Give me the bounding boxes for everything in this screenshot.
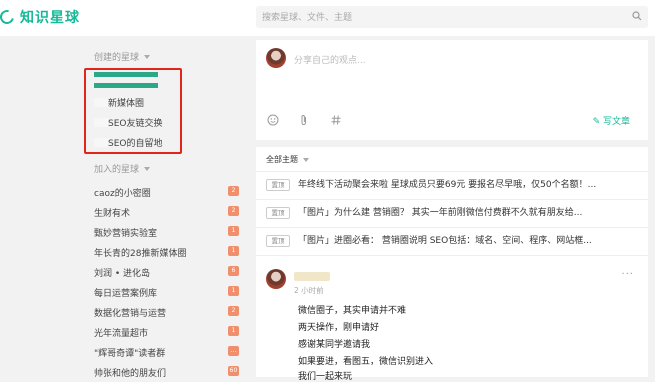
post-text-line: 微信圈子，其实申请并不难	[298, 306, 407, 316]
composer-input[interactable]: 分享自己的观点...	[294, 53, 366, 66]
sidebar-item-label: 每日运营案例库	[94, 289, 158, 299]
unread-badge: ...	[228, 346, 239, 356]
joined-section-title[interactable]: 加入的星球	[94, 162, 151, 175]
pinned-topic[interactable]: 置顶 「图片」为什么建 营销圈？ 其实一年前刚微信付费群不久就有朋友给...	[266, 206, 641, 222]
composer: 分享自己的观点... ✎ 写文章	[256, 40, 648, 140]
feed-filter-label: 全部主题	[266, 155, 298, 164]
hashtag-icon[interactable]	[330, 114, 342, 126]
unread-badge: 6	[228, 266, 239, 276]
sidebar-item-label: 帅张和他的朋友们	[94, 369, 167, 379]
pinned-tag: 置顶	[266, 179, 290, 191]
sidebar-item-joined[interactable]: 帅张和他的朋友们 60	[94, 364, 244, 380]
chevron-down-icon	[144, 166, 151, 171]
top-bar: 知识星球 搜索星球、文件、主题	[0, 0, 655, 36]
post-text-line: 感谢某同学邀请我	[298, 340, 371, 350]
sidebar-item-label: 刘润 • 进化岛	[94, 269, 151, 279]
sidebar-item-label: 光年流量超市	[94, 329, 149, 339]
sidebar-item-label: 生财有术	[94, 209, 131, 219]
unread-badge: 2	[228, 186, 239, 196]
app-logo[interactable]: 知识星球	[0, 7, 80, 27]
sidebar-item-joined[interactable]: 生财有术 2	[94, 204, 244, 220]
sidebar-item-label: SEO友链交换	[108, 119, 163, 129]
chevron-down-icon	[144, 54, 151, 59]
pinned-tag: 置顶	[266, 235, 290, 247]
sidebar-item-created[interactable]: SEO友链交换	[94, 116, 162, 129]
unread-badge: 1	[228, 286, 239, 296]
post-text-line: 我们一起来玩	[298, 372, 353, 382]
sidebar-item-joined[interactable]: 刘润 • 进化岛 6	[94, 264, 244, 280]
sidebar-item-joined[interactable]: 每日运营案例库 1	[94, 284, 244, 300]
sidebar-item-created[interactable]: SEO的自留地	[94, 136, 162, 149]
created-section-label: 创建的星球	[94, 53, 140, 63]
pencil-icon: ✎	[592, 117, 601, 127]
sidebar-item-label: SEO的自留地	[108, 139, 163, 149]
sidebar: 创建的星球 新媒体圈 SEO友链交换 SEO的自留地 加入的星球 caoz的小密…	[0, 36, 249, 380]
divider	[256, 171, 648, 172]
sidebar-item-label: 新媒体圈	[108, 99, 145, 109]
avatar[interactable]	[266, 48, 286, 68]
unread-badge: 2	[228, 206, 239, 216]
attachment-icon[interactable]	[298, 114, 310, 126]
pinned-topic[interactable]: 置顶 年终线下活动聚会来啦 星球成员只要69元 要报名尽早哦，仅50个名额！..…	[266, 178, 641, 194]
sidebar-item-label: 甄妙营销实验室	[94, 229, 158, 239]
redacted-bar	[94, 83, 158, 88]
unread-badge: 1	[228, 226, 239, 236]
topic-text: 年终线下活动聚会来啦 星球成员只要69元 要报名尽早哦，仅50个名额！...	[298, 180, 597, 190]
sidebar-item-label: 年长青的28推新媒体圈	[94, 249, 187, 259]
planet-logo-icon	[0, 7, 17, 27]
sidebar-item-joined[interactable]: "辉哥奇谭"读者群 ...	[94, 344, 244, 360]
more-options-icon[interactable]: ···	[621, 269, 634, 280]
post-text-line: 如果要进，看图五，微信识别进入	[298, 357, 434, 367]
sidebar-item-joined[interactable]: caoz的小密圈 2	[94, 184, 244, 200]
redacted-mask	[94, 98, 108, 107]
sidebar-item-joined[interactable]: 数据化营销与运营 2	[94, 304, 244, 320]
joined-section-label: 加入的星球	[94, 165, 140, 175]
search-icon[interactable]	[632, 11, 642, 21]
divider	[256, 255, 648, 256]
app-name: 知识星球	[20, 10, 80, 26]
pinned-tag: 置顶	[266, 207, 290, 219]
write-article-button[interactable]: ✎ 写文章	[593, 114, 630, 127]
unread-badge: 1	[228, 246, 239, 256]
divider	[256, 227, 648, 228]
unread-badge: 1	[228, 326, 239, 336]
sidebar-item-label: "辉哥奇谭"读者群	[94, 349, 166, 359]
post-author-name-redacted	[294, 272, 330, 281]
redacted-mask	[94, 138, 108, 147]
post-text-line: 两天操作，刚申请好	[298, 323, 380, 333]
unread-badge: 2	[228, 306, 239, 316]
sidebar-item-label: caoz的小密圈	[94, 189, 151, 199]
redacted-mask	[94, 118, 108, 127]
search-input[interactable]: 搜索星球、文件、主题	[256, 6, 648, 28]
sidebar-item-label: 数据化营销与运营	[94, 309, 167, 319]
sidebar-item-joined[interactable]: 年长青的28推新媒体圈 1	[94, 244, 244, 260]
sidebar-item-created[interactable]: 新媒体圈	[94, 96, 144, 109]
pinned-topic[interactable]: 置顶 「图片」进圈必看： 营销圈说明 SEO包括：域名、空间、程序、网站框...	[266, 234, 641, 250]
feed-filter[interactable]: 全部主题	[266, 154, 309, 165]
sidebar-item-joined[interactable]: 光年流量超市 1	[94, 324, 244, 340]
topic-text: 「图片」进圈必看： 营销圈说明 SEO包括：域名、空间、程序、网站框...	[298, 236, 592, 246]
topic-feed: 全部主题 置顶 年终线下活动聚会来啦 星球成员只要69元 要报名尽早哦，仅50个…	[256, 147, 648, 382]
search-placeholder: 搜索星球、文件、主题	[262, 13, 353, 23]
post-time: 2 小时前	[294, 286, 324, 295]
sidebar-item-joined[interactable]: 甄妙营销实验室 1	[94, 224, 244, 240]
redacted-bar	[94, 72, 158, 77]
post-author-avatar[interactable]	[266, 269, 286, 289]
write-article-label: 写文章	[602, 117, 630, 127]
divider	[256, 199, 648, 200]
topic-text: 「图片」为什么建 营销圈？ 其实一年前刚微信付费群不久就有朋友给...	[298, 208, 583, 218]
emoji-icon[interactable]	[267, 114, 279, 126]
unread-badge: 60	[228, 366, 239, 376]
created-section-title[interactable]: 创建的星球	[94, 50, 151, 63]
chevron-down-icon	[303, 157, 309, 162]
